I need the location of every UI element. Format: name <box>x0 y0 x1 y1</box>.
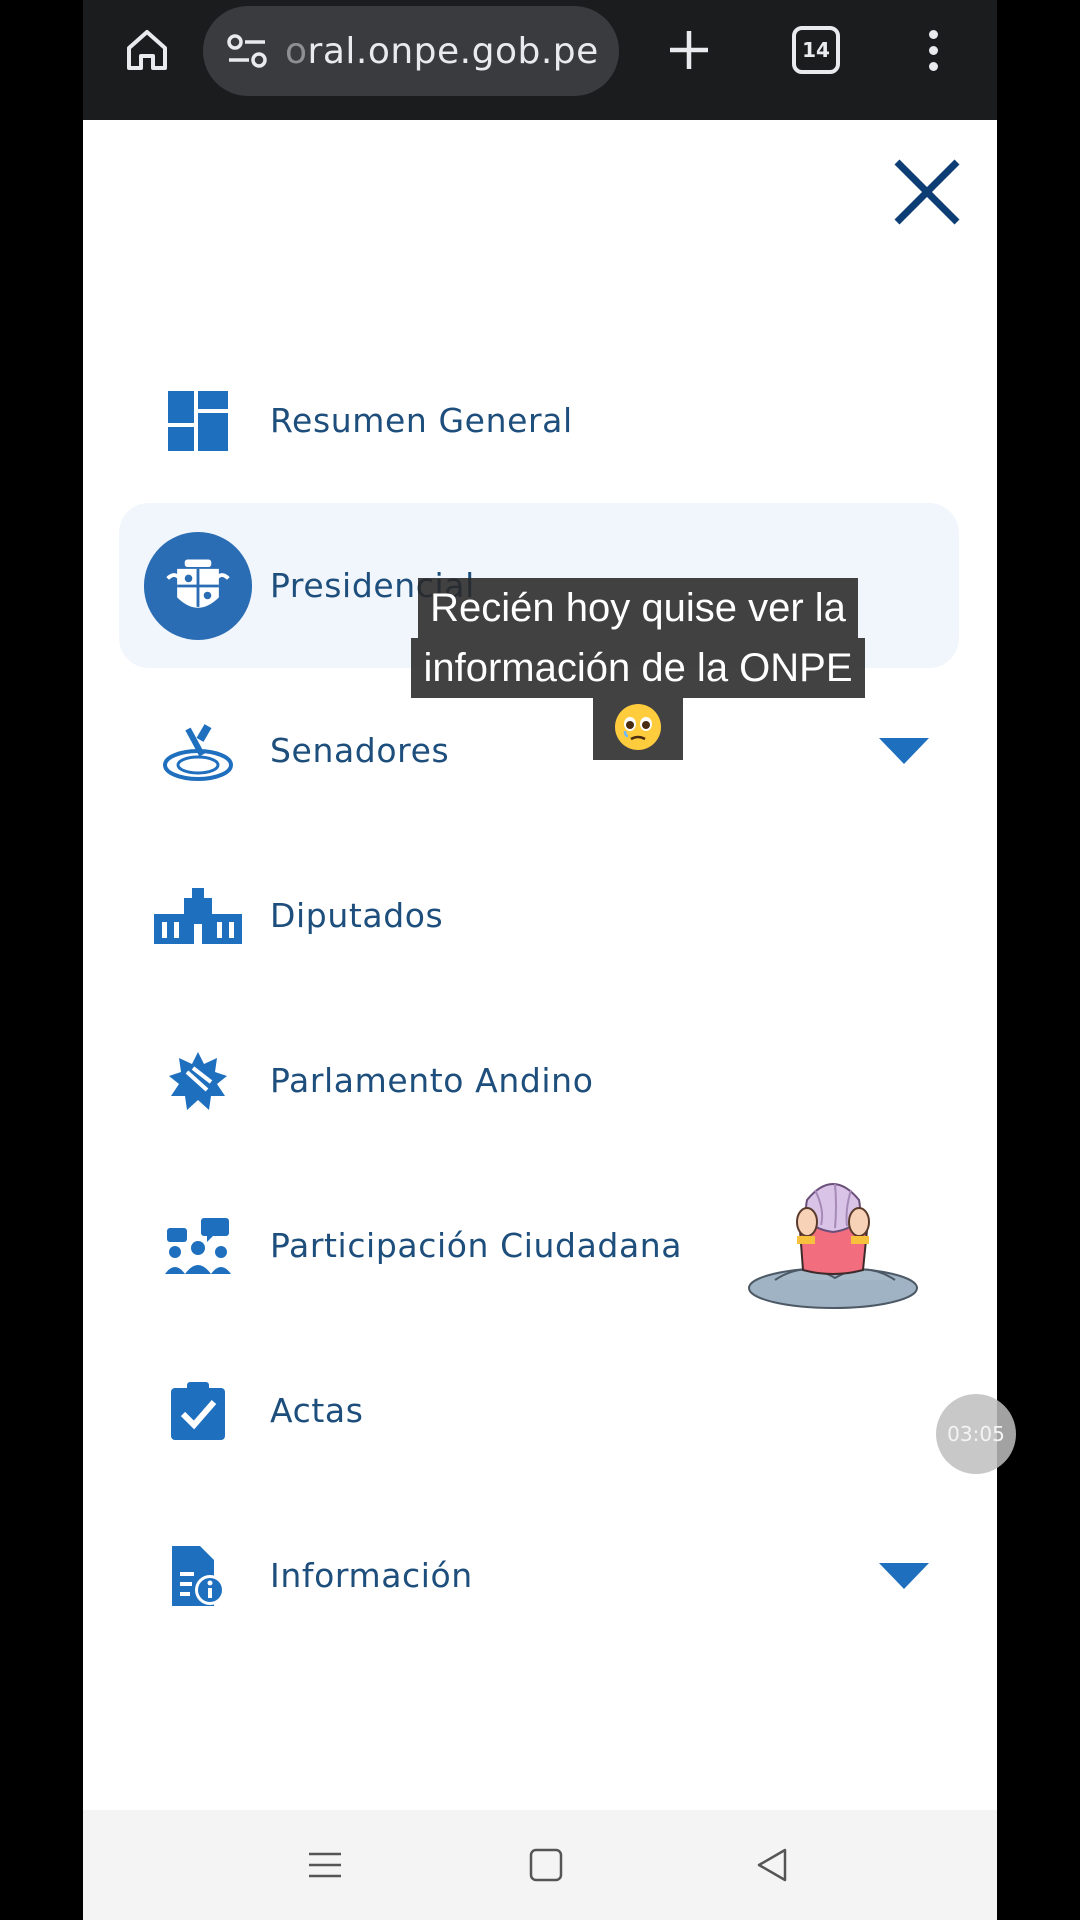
caption-emoji <box>593 698 683 760</box>
menu-item-label: Parlamento Andino <box>270 1061 594 1100</box>
menu-item-resumen-general[interactable]: Resumen General <box>83 338 997 503</box>
browser-toolbar: oral.onpe.gob.pe 14 <box>83 0 997 120</box>
timestamp-badge: 03:05 <box>936 1394 1016 1474</box>
menu-item-label: Diputados <box>270 896 444 935</box>
menu-item-label: Información <box>270 1556 473 1595</box>
close-icon[interactable] <box>891 156 963 228</box>
menu-item-diputados[interactable]: Diputados <box>83 833 997 998</box>
senate-chamber-icon <box>143 696 253 806</box>
citizen-participation-icon <box>143 1191 253 1301</box>
coat-of-arms-icon <box>143 531 253 641</box>
info-document-icon <box>143 1521 253 1631</box>
congress-building-icon <box>143 861 253 971</box>
more-menu-icon[interactable] <box>913 22 953 78</box>
clipboard-check-icon <box>143 1356 253 1466</box>
system-nav-bar <box>83 1810 997 1920</box>
menu-item-label: Participación Ciudadana <box>270 1226 683 1265</box>
recent-apps-icon[interactable] <box>300 1840 350 1890</box>
menu-item-label: Actas <box>270 1391 364 1430</box>
chevron-down-icon[interactable] <box>879 737 929 764</box>
menu-item-actas[interactable]: Actas <box>83 1328 997 1493</box>
new-tab-icon[interactable] <box>661 22 717 78</box>
caption-line: Recién hoy quise ver la <box>418 578 858 638</box>
andean-parliament-icon <box>143 1026 253 1136</box>
tab-switcher-button[interactable]: 14 <box>792 26 840 74</box>
home-nav-icon[interactable] <box>521 1840 571 1890</box>
address-bar[interactable]: oral.onpe.gob.pe <box>203 6 619 96</box>
menu-item-parlamento-andino[interactable]: Parlamento Andino <box>83 998 997 1163</box>
menu-item-informacion[interactable]: Información <box>83 1493 997 1658</box>
site-settings-icon[interactable] <box>221 25 273 77</box>
caption-line: información de la ONPE <box>411 638 865 698</box>
menu-item-label: Resumen General <box>270 401 573 440</box>
navigation-drawer: Resumen General Presidencial Senadores D… <box>83 120 997 1810</box>
home-icon[interactable] <box>119 22 175 78</box>
back-icon[interactable] <box>747 1840 797 1890</box>
dashboard-icon <box>143 366 253 476</box>
chevron-down-icon[interactable] <box>879 1562 929 1589</box>
sad-person-sticker <box>745 1170 920 1315</box>
url-text[interactable]: oral.onpe.gob.pe <box>285 31 599 72</box>
video-caption: Recién hoy quise ver la información de l… <box>390 578 886 760</box>
